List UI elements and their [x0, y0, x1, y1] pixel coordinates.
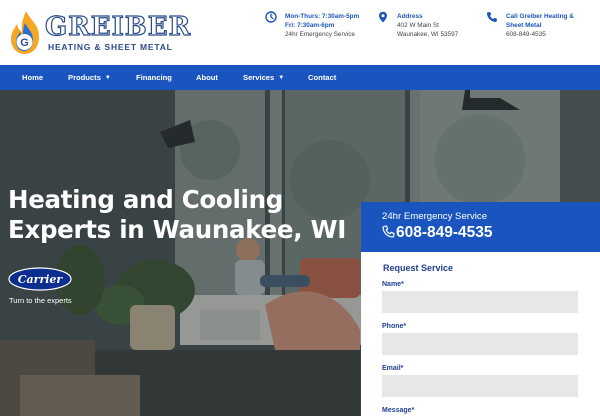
nav-financing[interactable]: Financing: [136, 65, 172, 90]
phone-icon: [486, 12, 497, 23]
nav-products[interactable]: Products ▼: [68, 65, 111, 90]
emergency-phone-number: 608-849-4535: [396, 224, 493, 241]
emergency-service-banner[interactable]: 24hr Emergency Service 608-849-4535: [361, 202, 600, 252]
address-line-1: 402 W Main St: [397, 22, 439, 29]
request-service-form: Request Service Name* Phone* Email* Mess…: [361, 252, 600, 416]
nav-about[interactable]: About: [196, 65, 218, 90]
email-label: Email*: [382, 365, 404, 372]
phone-field[interactable]: [382, 333, 578, 355]
clock-icon: [265, 11, 277, 23]
form-title: Request Service: [383, 263, 454, 273]
call-heading: Call Greiber Heating & Sheet Metal: [506, 13, 574, 29]
hours-line-1: Mon-Thurs: 7:30am-5pm: [285, 13, 360, 20]
site-header: G GREIBER HEATING & SHEET METAL Mon-Thur…: [0, 0, 600, 65]
carrier-tagline: Turn to the experts: [9, 296, 72, 305]
emergency-label: 24hr Emergency Service: [382, 211, 488, 222]
nav-home[interactable]: Home: [22, 65, 43, 90]
hours-line-2: Fri: 7:30am-6pm: [285, 22, 335, 29]
email-field[interactable]: [382, 375, 578, 397]
map-pin-icon: [379, 11, 387, 23]
nav-contact-label: Contact: [308, 73, 337, 82]
address-line-2: Waunakee, WI 53597: [397, 31, 459, 38]
emergency-phone[interactable]: 608-849-4535: [382, 224, 493, 242]
svg-text:Carrier: Carrier: [18, 273, 64, 286]
message-label: Message*: [382, 407, 415, 414]
nav-services-label: Services: [243, 73, 275, 82]
hours-line-3: 24hr Emergency Service: [285, 31, 355, 38]
nav-home-label: Home: [22, 73, 44, 82]
phone-icon: [382, 225, 395, 238]
logo-tagline: HEATING & SHEET METAL: [48, 42, 173, 52]
name-field[interactable]: [382, 291, 578, 313]
nav-about-label: About: [196, 73, 218, 82]
nav-products-label: Products: [68, 73, 101, 82]
address-info[interactable]: Address 402 W Main St Waunakee, WI 53597: [379, 11, 459, 39]
flame-g-icon: G: [11, 11, 39, 54]
carrier-logo[interactable]: Carrier: [8, 267, 72, 291]
nav-financing-label: Financing: [136, 73, 172, 82]
chevron-down-icon: ▼: [278, 75, 285, 81]
hours-info: Mon-Thurs: 7:30am-5pm Fri: 7:30am-6pm 24…: [265, 11, 360, 39]
chevron-down-icon: ▼: [104, 75, 111, 81]
main-nav: Home Products ▼ Financing About Services ▼…: [0, 65, 600, 90]
nav-contact[interactable]: Contact: [308, 65, 336, 90]
phone-label: Phone*: [382, 323, 407, 330]
greiber-logo[interactable]: G GREIBER HEATING & SHEET METAL: [8, 10, 191, 56]
hero-section: Heating and Cooling Experts in Waunakee,…: [0, 90, 600, 416]
call-info[interactable]: Call Greiber Heating & Sheet Metal 608-8…: [486, 12, 586, 39]
logo-wordmark: GREIBER: [44, 11, 192, 42]
nav-services[interactable]: Services ▼: [243, 65, 284, 90]
name-label: Name*: [382, 281, 404, 288]
hero-heading-line-2: Experts in Waunakee, WI: [8, 215, 347, 244]
call-phone[interactable]: 608-849-4535: [506, 30, 586, 39]
hero-heading-line-1: Heating and Cooling: [8, 185, 284, 214]
hero-heading: Heating and Cooling Experts in Waunakee,…: [8, 185, 358, 245]
svg-text:G: G: [20, 37, 29, 49]
address-heading: Address: [397, 13, 423, 20]
